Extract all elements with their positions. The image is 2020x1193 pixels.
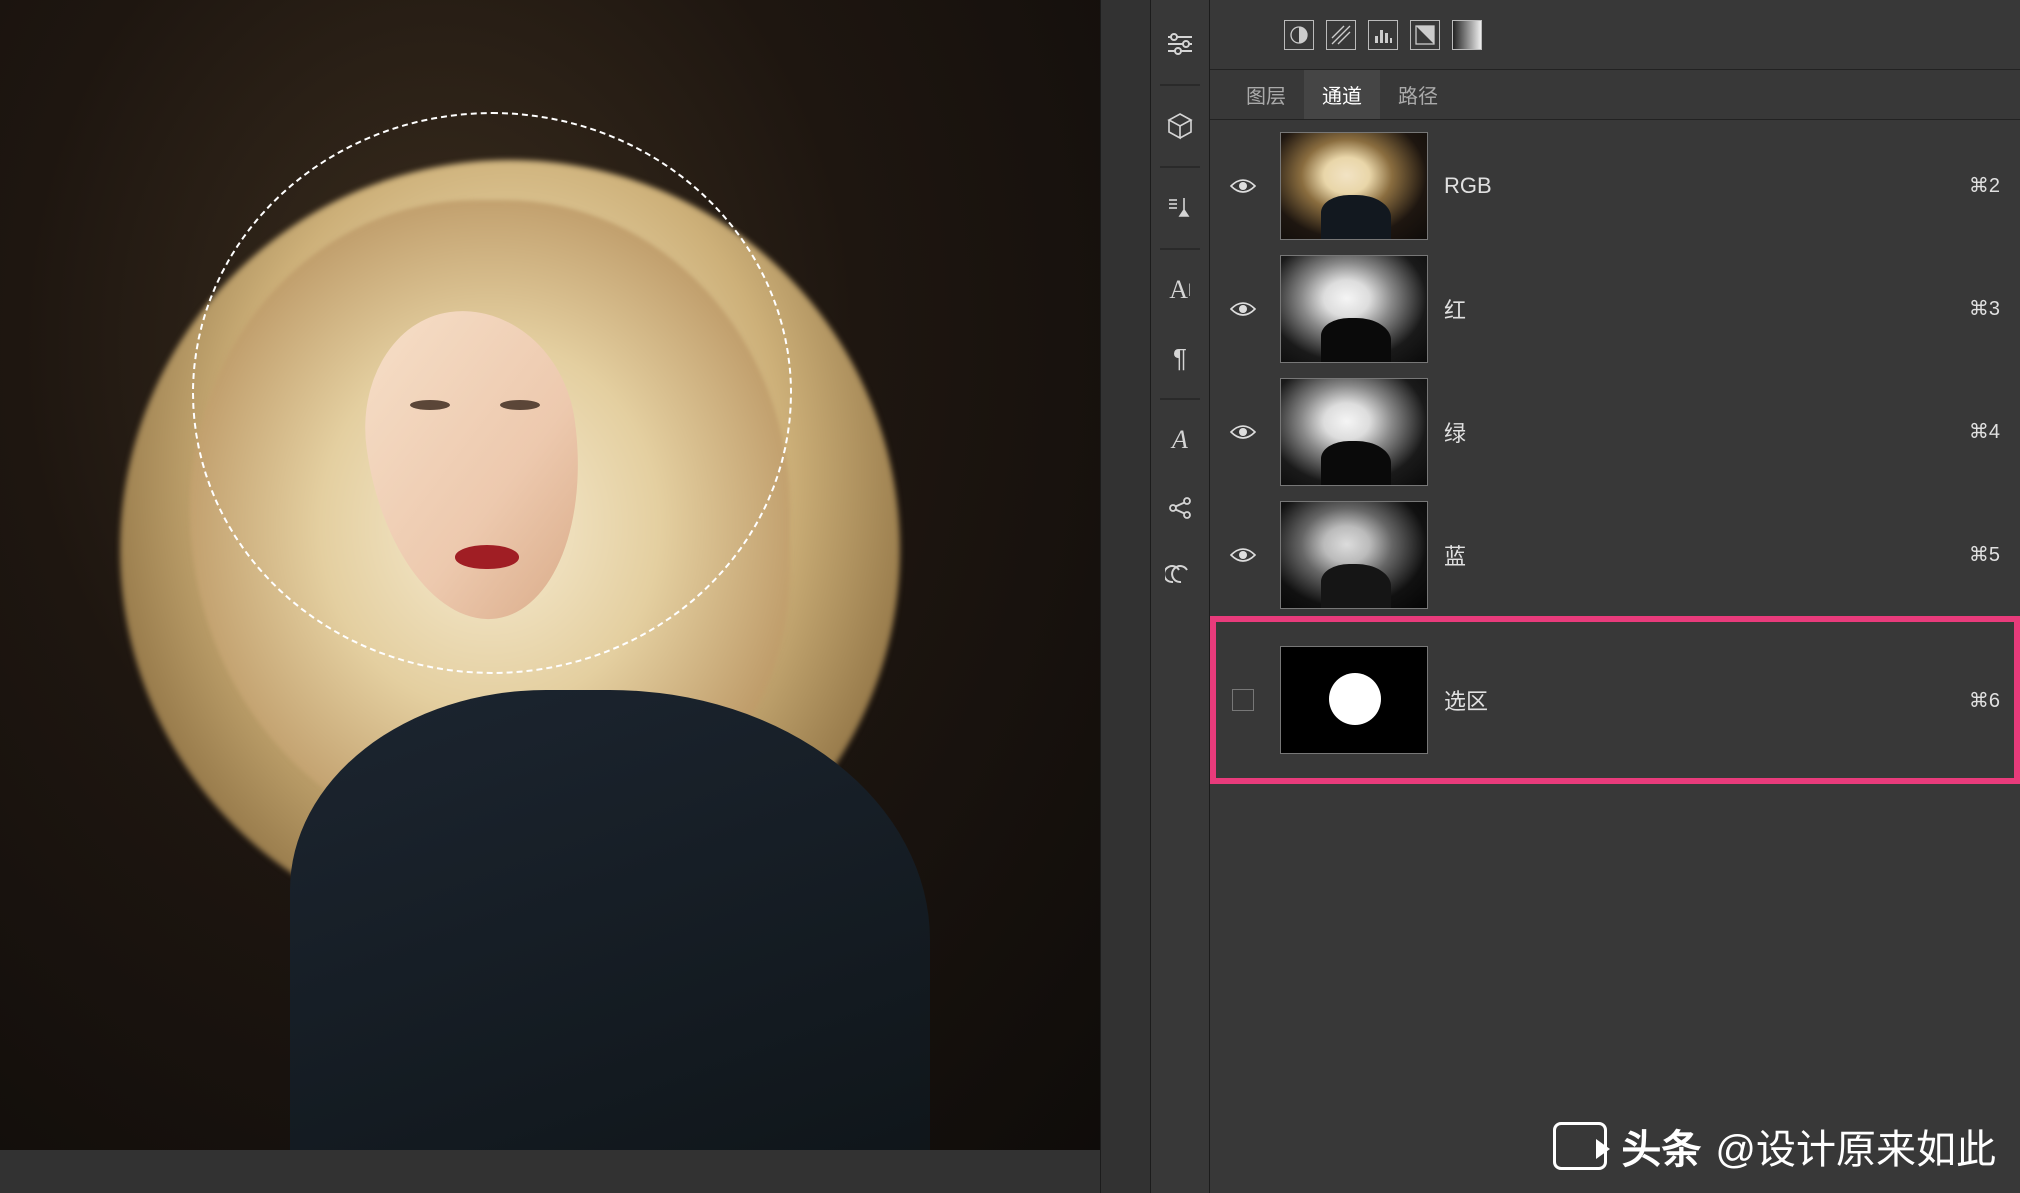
channel-thumb (1280, 255, 1428, 363)
channel-row-rgb[interactable]: RGB ⌘2 (1210, 124, 2020, 247)
adjustment-presets-row (1210, 0, 2020, 70)
panel-tabs: 图层 通道 路径 (1210, 70, 2020, 120)
watermark-handle: @设计原来如此 (1715, 1117, 1996, 1175)
channel-thumb (1280, 501, 1428, 609)
tab-layers[interactable]: 图层 (1228, 70, 1304, 119)
share-icon[interactable] (1156, 484, 1204, 532)
channel-name: RGB (1444, 173, 1953, 199)
channel-shortcut: ⌘5 (1969, 542, 2000, 567)
adjust-exposure-icon[interactable] (1410, 20, 1440, 50)
cube-3d-icon[interactable] (1156, 102, 1204, 150)
document-photo (0, 0, 1100, 1150)
visibility-eye-icon[interactable] (1222, 177, 1264, 195)
channel-name: 选区 (1444, 684, 1953, 716)
visibility-toggle-empty[interactable] (1222, 689, 1264, 711)
channel-shortcut: ⌘2 (1969, 173, 2000, 198)
adjust-gradient-icon[interactable] (1452, 20, 1482, 50)
watermark-logo-icon (1553, 1122, 1607, 1170)
channel-shortcut: ⌘6 (1969, 688, 2000, 713)
adjust-levels-icon[interactable] (1368, 20, 1398, 50)
channel-shortcut: ⌘4 (1969, 419, 2000, 444)
watermark-brand: 头条 (1621, 1117, 1701, 1175)
channel-name: 绿 (1444, 416, 1953, 448)
canvas-area[interactable] (0, 0, 1100, 1150)
channel-row-blue[interactable]: 蓝 ⌘5 (1210, 493, 2020, 616)
channel-thumb (1280, 646, 1428, 754)
tab-channels[interactable]: 通道 (1304, 70, 1380, 119)
channel-name: 红 (1444, 293, 1953, 325)
paragraph-icon[interactable]: ¶ (1156, 334, 1204, 382)
channel-list: RGB ⌘2 红 ⌘3 绿 ⌘4 蓝 ⌘5 (1210, 120, 2020, 1193)
adjust-diagonal-icon[interactable] (1326, 20, 1356, 50)
watermark: 头条 @设计原来如此 (1553, 1117, 1996, 1175)
visibility-eye-icon[interactable] (1222, 423, 1264, 441)
panel-gap (1100, 0, 1150, 1193)
visibility-eye-icon[interactable] (1222, 546, 1264, 564)
adjust-brightness-icon[interactable] (1284, 20, 1314, 50)
channel-thumb (1280, 132, 1428, 240)
adjustments-icon[interactable] (1156, 20, 1204, 68)
channel-row-green[interactable]: 绿 ⌘4 (1210, 370, 2020, 493)
tab-paths[interactable]: 路径 (1380, 70, 1456, 119)
channel-row-alpha-selection[interactable]: 选区 ⌘6 (1210, 616, 2020, 784)
channels-panel: 图层 通道 路径 RGB ⌘2 红 ⌘3 绿 ⌘4 (1210, 0, 2020, 1193)
glyph-icon[interactable]: A (1156, 416, 1204, 464)
cc-libraries-icon[interactable] (1156, 552, 1204, 600)
channel-shortcut: ⌘3 (1969, 296, 2000, 321)
type-tool-icon[interactable]: A| (1156, 266, 1204, 314)
channel-row-red[interactable]: 红 ⌘3 (1210, 247, 2020, 370)
channel-thumb (1280, 378, 1428, 486)
clone-stamp-icon[interactable] (1156, 184, 1204, 232)
visibility-eye-icon[interactable] (1222, 300, 1264, 318)
tool-column: A| ¶ A (1150, 0, 1210, 1193)
channel-name: 蓝 (1444, 539, 1953, 571)
